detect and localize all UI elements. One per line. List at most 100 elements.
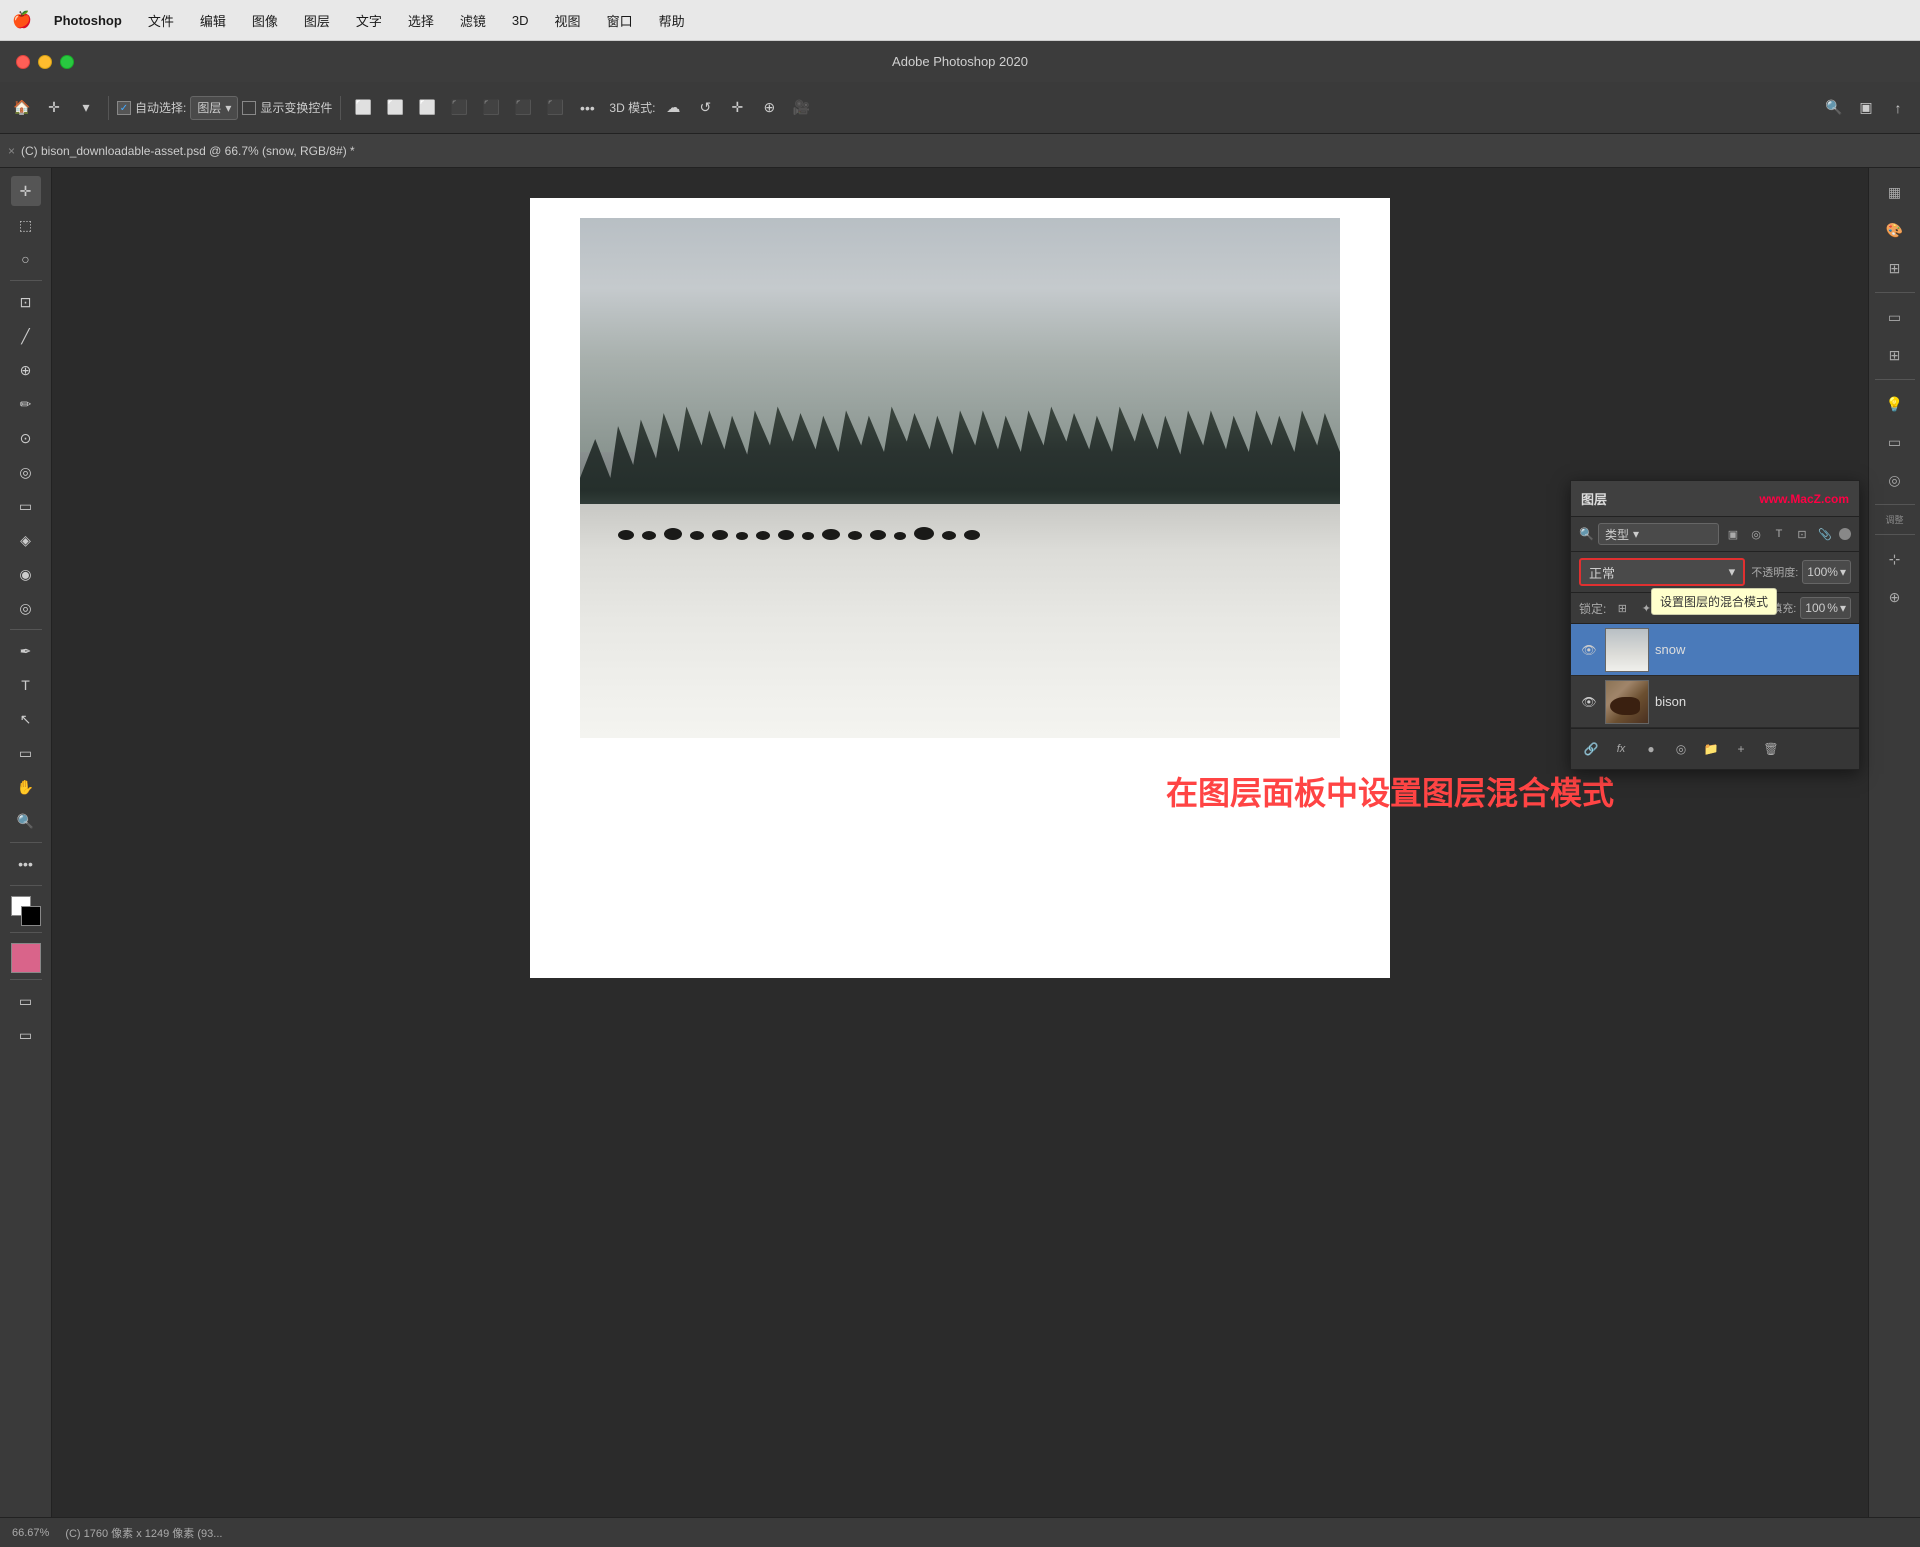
layer-thumb-snow <box>1605 628 1649 672</box>
search-icon[interactable]: 🔍 <box>1820 94 1848 122</box>
share-icon[interactable]: ↑ <box>1884 94 1912 122</box>
layer-visibility-snow[interactable]: 👁 <box>1579 640 1599 660</box>
background-color[interactable] <box>21 906 41 926</box>
blur-tool[interactable]: ◉ <box>11 559 41 589</box>
align-right-icon[interactable]: ⬜ <box>413 94 441 122</box>
menu-image[interactable]: 图像 <box>248 9 282 32</box>
move-tool[interactable]: ✛ <box>11 176 41 206</box>
close-button[interactable] <box>16 55 30 69</box>
filter-pixel-icon[interactable]: ▣ <box>1723 524 1743 544</box>
align-center-v-icon[interactable]: ⬛ <box>477 94 505 122</box>
panel-grid-icon[interactable]: ⊞ <box>1879 252 1911 284</box>
fill-value[interactable]: 100 % ▾ <box>1800 597 1851 619</box>
lasso-tool[interactable]: ○ <box>11 244 41 274</box>
filter-toggle[interactable] <box>1839 528 1851 540</box>
3d-mode-icon3[interactable]: ✛ <box>723 94 751 122</box>
marquee-tool[interactable]: ⬚ <box>11 210 41 240</box>
healing-tool[interactable]: ⊕ <box>11 355 41 385</box>
menu-photoshop[interactable]: Photoshop <box>50 11 126 30</box>
panel-circle-icon[interactable]: ◎ <box>1879 464 1911 496</box>
layer-mask-icon[interactable]: ● <box>1639 737 1663 761</box>
align-center-h-icon[interactable]: ⬜ <box>381 94 409 122</box>
dodge-tool[interactable]: ◎ <box>11 593 41 623</box>
panel-transform-icon[interactable]: ⊕ <box>1879 581 1911 613</box>
tab-close-icon[interactable]: × <box>8 144 15 158</box>
blend-mode-dropdown[interactable]: 正常 ▾ <box>1579 558 1745 586</box>
filter-type-icon[interactable]: T <box>1769 524 1789 544</box>
color-swatch[interactable] <box>11 896 41 926</box>
eyedropper-tool[interactable]: ╱ <box>11 321 41 351</box>
rectangle-tool[interactable]: ▭ <box>11 738 41 768</box>
panel-square-icon[interactable]: ▭ <box>1879 426 1911 458</box>
filter-adjustment-icon[interactable]: ◎ <box>1746 524 1766 544</box>
3d-mode-icon5[interactable]: 🎥 <box>787 94 815 122</box>
history-brush-tool[interactable]: ◎ <box>11 457 41 487</box>
panel-grid2-icon[interactable]: ⊞ <box>1879 339 1911 371</box>
3d-mode-icon1[interactable]: ☁ <box>659 94 687 122</box>
screen-mode-icon[interactable]: ▭ <box>11 1020 41 1050</box>
menu-help[interactable]: 帮助 <box>655 9 689 32</box>
3d-mode-icon4[interactable]: ⊕ <box>755 94 783 122</box>
crop-tool[interactable]: ⊡ <box>11 287 41 317</box>
layer-adjustment-icon[interactable]: ◎ <box>1669 737 1693 761</box>
apple-icon[interactable]: 🍎 <box>12 10 32 30</box>
filter-type-label: 类型 <box>1605 526 1629 543</box>
menu-3d[interactable]: 3D <box>508 11 533 30</box>
mask-mode-icon[interactable]: ▭ <box>11 986 41 1016</box>
menu-text[interactable]: 文字 <box>352 9 386 32</box>
minimize-button[interactable] <box>38 55 52 69</box>
more-tools-icon[interactable]: ••• <box>11 849 41 879</box>
align-extra-icon[interactable]: ⬛ <box>541 94 569 122</box>
brush-tool[interactable]: ✏ <box>11 389 41 419</box>
more-options-icon[interactable]: ••• <box>573 94 601 122</box>
zoom-tool[interactable]: 🔍 <box>11 806 41 836</box>
layer-delete-icon[interactable]: 🗑 <box>1759 737 1783 761</box>
layer-item-bison[interactable]: 👁 bison <box>1571 676 1859 728</box>
filter-smart-icon[interactable]: 📎 <box>1815 524 1835 544</box>
layer-add-icon[interactable]: + <box>1729 737 1753 761</box>
pink-color-swatch[interactable] <box>11 943 41 973</box>
menu-layer[interactable]: 图层 <box>300 9 334 32</box>
eraser-tool[interactable]: ▭ <box>11 491 41 521</box>
layout-icon[interactable]: ▣ <box>1852 94 1880 122</box>
menu-filter[interactable]: 滤镜 <box>456 9 490 32</box>
filter-crop-icon[interactable]: ⊡ <box>1792 524 1812 544</box>
clone-tool[interactable]: ⊙ <box>11 423 41 453</box>
opacity-value[interactable]: 100% ▾ <box>1802 560 1851 584</box>
align-top-icon[interactable]: ⬛ <box>445 94 473 122</box>
layer-type-dropdown[interactable]: 图层 ▾ <box>190 96 238 120</box>
menu-file[interactable]: 文件 <box>144 9 178 32</box>
layer-link-icon[interactable]: 🔗 <box>1579 737 1603 761</box>
traffic-lights[interactable] <box>16 55 74 69</box>
panel-color-icon[interactable]: 🎨 <box>1879 214 1911 246</box>
panel-layers-icon[interactable]: ▦ <box>1879 176 1911 208</box>
path-select-tool[interactable]: ↖ <box>11 704 41 734</box>
layer-item-snow[interactable]: 👁 snow <box>1571 624 1859 676</box>
type-tool[interactable]: T <box>11 670 41 700</box>
panel-divider-1 <box>1875 292 1915 293</box>
menu-view[interactable]: 视图 <box>551 9 585 32</box>
filter-type-dropdown[interactable]: 类型 ▾ <box>1598 523 1719 545</box>
panel-node-icon[interactable]: ⊹ <box>1879 543 1911 575</box>
maximize-button[interactable] <box>60 55 74 69</box>
move-tool-icon[interactable]: ✛ <box>40 94 68 122</box>
hand-tool[interactable]: ✋ <box>11 772 41 802</box>
panel-light-icon[interactable]: 💡 <box>1879 388 1911 420</box>
align-left-icon[interactable]: ⬜ <box>349 94 377 122</box>
align-bottom-icon[interactable]: ⬛ <box>509 94 537 122</box>
layer-visibility-bison[interactable]: 👁 <box>1579 692 1599 712</box>
lock-pixels-icon[interactable]: ⊞ <box>1612 598 1632 618</box>
home-icon[interactable]: 🏠 <box>8 94 36 122</box>
menu-select[interactable]: 选择 <box>404 9 438 32</box>
layer-fx-icon[interactable]: fx <box>1609 737 1633 761</box>
auto-select-checkbox[interactable]: ✓ 自动选择: 图层 ▾ <box>117 96 238 120</box>
pen-tool[interactable]: ✒ <box>11 636 41 666</box>
3d-mode-icon2[interactable]: ↺ <box>691 94 719 122</box>
layer-group-icon[interactable]: 📁 <box>1699 737 1723 761</box>
gradient-tool[interactable]: ◈ <box>11 525 41 555</box>
show-transform-checkbox[interactable]: 显示变换控件 <box>242 99 332 116</box>
menu-edit[interactable]: 编辑 <box>196 9 230 32</box>
move-arrow-icon[interactable]: ▾ <box>72 94 100 122</box>
menu-window[interactable]: 窗口 <box>603 9 637 32</box>
panel-rect-icon[interactable]: ▭ <box>1879 301 1911 333</box>
